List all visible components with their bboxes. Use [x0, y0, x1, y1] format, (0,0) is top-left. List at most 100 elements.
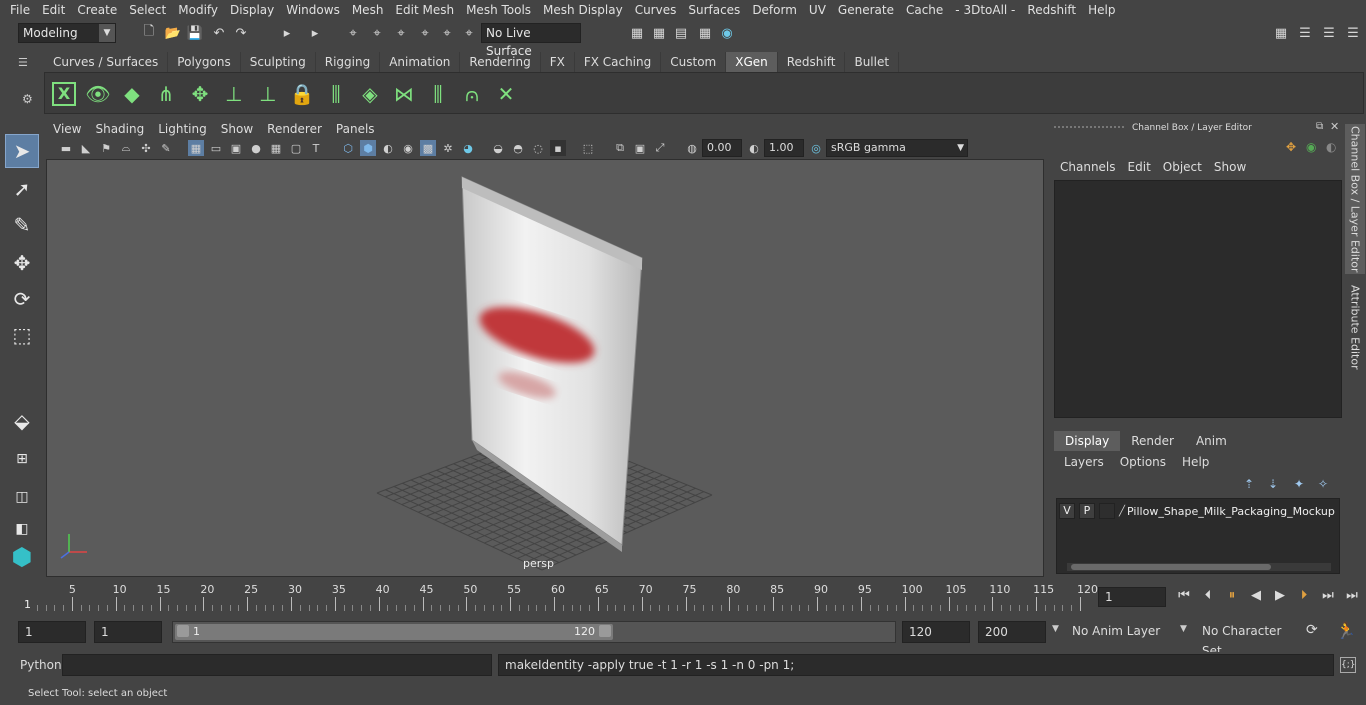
layer-menu-layers[interactable]: Layers: [1056, 455, 1112, 469]
lasso-tool-icon[interactable]: ➚: [5, 172, 39, 206]
redo-icon[interactable]: ↷: [232, 24, 250, 42]
2d-pan-icon[interactable]: ✣: [138, 140, 154, 156]
anim-layer-dropdown[interactable]: No Anim Layer: [1066, 621, 1176, 643]
shelf-tab-polygons[interactable]: Polygons: [168, 52, 241, 72]
xgen-sculpt-icon[interactable]: ⫼: [321, 79, 351, 109]
layer-row[interactable]: V P ╱ Pillow_Shape_Milk_Packaging_Mockup: [1059, 501, 1339, 521]
script-editor-icon[interactable]: {;}: [1340, 657, 1356, 673]
xgen-add-guide-icon[interactable]: ⋔: [151, 79, 181, 109]
channel-menu-edit[interactable]: Edit: [1122, 160, 1157, 174]
menu-mesh[interactable]: Mesh: [346, 3, 390, 17]
xgen-lock-icon[interactable]: 🔒: [287, 79, 317, 109]
shelf-tab-fx-caching[interactable]: FX Caching: [575, 52, 662, 72]
menu-3dtoall[interactable]: - 3DtoAll -: [949, 3, 1021, 17]
viewport-menu-lighting[interactable]: Lighting: [151, 122, 214, 136]
range-slider-bar[interactable]: 1 120: [175, 624, 613, 640]
step-back-key-icon[interactable]: ⏴: [1198, 588, 1218, 603]
menu-mesh-tools[interactable]: Mesh Tools: [460, 3, 537, 17]
menu-windows[interactable]: Windows: [280, 3, 346, 17]
xgen-move-guide-icon[interactable]: ✥: [185, 79, 215, 109]
undo-icon[interactable]: ↶: [210, 24, 228, 42]
render-sequence-icon[interactable]: ▦: [650, 24, 668, 42]
depth-of-field-icon[interactable]: ◌: [530, 140, 546, 156]
layer-toggle-icon[interactable]: ◐: [1326, 140, 1336, 154]
step-forward-key-icon[interactable]: ⏭: [1318, 588, 1338, 603]
menu-mesh-display[interactable]: Mesh Display: [537, 3, 629, 17]
channel-box-area[interactable]: [1054, 180, 1342, 418]
range-slider[interactable]: 1 120: [172, 621, 896, 643]
layer-menu-help[interactable]: Help: [1174, 455, 1217, 469]
shelf-tab-rendering[interactable]: Rendering: [460, 52, 541, 72]
move-tool-icon[interactable]: ✥: [5, 246, 39, 280]
snap-point-icon[interactable]: ⌖: [392, 24, 410, 42]
field-chart-icon[interactable]: ▦: [268, 140, 284, 156]
play-backward-icon[interactable]: ◀: [1246, 588, 1266, 603]
layer-tab-display[interactable]: Display: [1054, 431, 1121, 451]
xgen-preview-icon[interactable]: 👁: [83, 79, 113, 109]
gear-icon[interactable]: ⚙: [22, 92, 33, 106]
menu-cache[interactable]: Cache: [900, 3, 949, 17]
float-panel-icon[interactable]: ⧉: [1316, 121, 1323, 132]
perspective-viewport[interactable]: persp: [46, 159, 1044, 577]
shelf-tab-bullet[interactable]: Bullet: [845, 52, 900, 72]
single-pane-layout-icon[interactable]: ⬙: [5, 404, 39, 438]
new-scene-icon[interactable]: 🗋: [140, 24, 158, 42]
ipr-render-icon[interactable]: ▤: [672, 24, 690, 42]
safe-title-icon[interactable]: T: [308, 140, 324, 156]
mode-arrow-icon-2[interactable]: ▸: [306, 24, 324, 42]
viewport-menu-show[interactable]: Show: [214, 122, 260, 136]
menu-file[interactable]: File: [4, 3, 36, 17]
select-tool-icon[interactable]: ➤: [5, 134, 39, 168]
snap-view-icon[interactable]: ⌖: [416, 24, 434, 42]
anti-alias-icon[interactable]: ◓: [510, 140, 526, 156]
backface-culling-icon[interactable]: ▣: [632, 140, 648, 156]
layer-tab-render[interactable]: Render: [1120, 431, 1185, 451]
xgen-add-icon[interactable]: ⊥: [219, 79, 249, 109]
channel-menu-object[interactable]: Object: [1157, 160, 1208, 174]
resolution-gate-icon[interactable]: ▣: [228, 140, 244, 156]
mode-arrow-icon[interactable]: ▸: [278, 24, 296, 42]
gate-mask-icon[interactable]: ●: [248, 140, 264, 156]
camera-attributes-icon[interactable]: ◣: [78, 140, 94, 156]
go-to-start-icon[interactable]: ⏮: [1174, 588, 1194, 603]
range-handle-end[interactable]: [599, 625, 611, 637]
select-camera-icon[interactable]: ▬: [58, 140, 74, 156]
shelf-tab-sculpting[interactable]: Sculpting: [241, 52, 316, 72]
textured-icon[interactable]: ◉: [400, 140, 416, 156]
scale-tool-icon[interactable]: ⬚: [5, 318, 39, 352]
tool-settings-layout-icon[interactable]: ☰: [1344, 24, 1362, 42]
render-settings-icon[interactable]: ▦: [696, 24, 714, 42]
scene-start-field[interactable]: 1: [18, 621, 86, 643]
chevron-down-icon[interactable]: ▼: [1052, 624, 1059, 634]
save-scene-icon[interactable]: 💾: [186, 24, 204, 42]
menu-edit[interactable]: Edit: [36, 3, 71, 17]
viewport-menu-renderer[interactable]: Renderer: [260, 122, 329, 136]
motion-blur-icon[interactable]: ◒: [490, 140, 506, 156]
outliner-layout-icon[interactable]: ☰: [1296, 24, 1314, 42]
auto-key-icon[interactable]: ⟳: [1306, 622, 1318, 638]
workspace-layout-icon[interactable]: ▦: [1272, 24, 1290, 42]
shelf-tab-custom[interactable]: Custom: [661, 52, 727, 72]
four-pane-layout-icon[interactable]: ⊞: [5, 442, 39, 476]
channel-menu-channels[interactable]: Channels: [1054, 160, 1122, 174]
wireframe-icon[interactable]: ⬡: [340, 140, 356, 156]
xgen-delete-icon[interactable]: ✕: [491, 79, 521, 109]
current-frame-field[interactable]: 1: [1098, 587, 1166, 607]
play-forward-icon[interactable]: ▶: [1270, 588, 1290, 603]
menu-uv[interactable]: UV: [803, 3, 832, 17]
xgen-select-icon[interactable]: ⊥: [253, 79, 283, 109]
new-layer-selected-icon[interactable]: ✧: [1318, 477, 1328, 491]
shelf-menu-icon[interactable]: ☰: [18, 56, 38, 69]
exposure-icon[interactable]: ◍: [684, 140, 700, 156]
layer-color-swatch[interactable]: [1099, 503, 1115, 519]
menu-redshift[interactable]: Redshift: [1021, 3, 1082, 17]
go-to-end-icon[interactable]: ⏭: [1342, 588, 1362, 603]
rotate-tool-icon[interactable]: ⟳: [5, 282, 39, 316]
menu-select[interactable]: Select: [123, 3, 172, 17]
playback-start-field[interactable]: 1: [94, 621, 162, 643]
render-frame-icon[interactable]: ▦: [628, 24, 646, 42]
safe-action-icon[interactable]: ▢: [288, 140, 304, 156]
color-space-dropdown[interactable]: sRGB gamma ▼: [826, 139, 968, 157]
layer-visibility-toggle[interactable]: V: [1059, 503, 1075, 519]
menu-curves[interactable]: Curves: [629, 3, 683, 17]
